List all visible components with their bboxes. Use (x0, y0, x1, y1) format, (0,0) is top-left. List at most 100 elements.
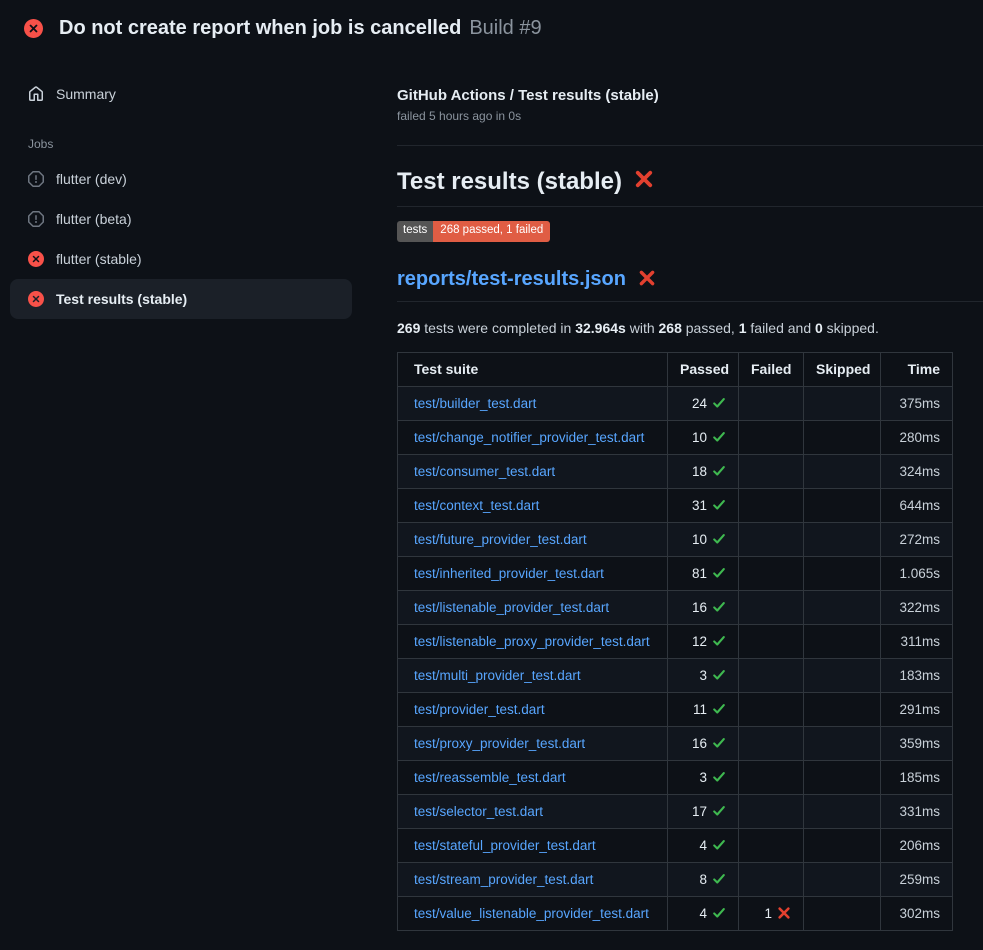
summary-part: skipped. (823, 320, 879, 336)
passed-cell: 16 (668, 726, 739, 760)
skipped-cell (804, 386, 881, 420)
table-row: test/future_provider_test.dart10272ms (398, 522, 953, 556)
sidebar-summary-label: Summary (56, 86, 116, 102)
count-value: 18 (692, 464, 707, 479)
results-table-body: test/builder_test.dart24375mstest/change… (398, 386, 953, 930)
check-icon (707, 566, 726, 581)
passed-cell: 10 (668, 420, 739, 454)
test-suite-link[interactable]: test/stream_provider_test.dart (414, 872, 593, 887)
test-suite-link[interactable]: test/future_provider_test.dart (414, 532, 587, 547)
home-icon (28, 86, 44, 102)
time-cell: 311ms (881, 624, 953, 658)
count-value: 4 (699, 906, 707, 921)
skipped-cell (804, 522, 881, 556)
summary-part: 32.964s (575, 320, 626, 336)
table-row: test/reassemble_test.dart3185ms (398, 760, 953, 794)
skipped-cell (804, 726, 881, 760)
run-header: Do not create report when job is cancell… (0, 0, 983, 56)
count-value: 31 (692, 498, 707, 513)
results-table-head: Test suitePassedFailedSkippedTime (398, 352, 953, 386)
passed-cell: 4 (668, 896, 739, 930)
test-suite-link[interactable]: test/listenable_provider_test.dart (414, 600, 609, 615)
failed-cell (739, 794, 804, 828)
test-suite-link[interactable]: test/builder_test.dart (414, 396, 536, 411)
table-row: test/multi_provider_test.dart3183ms (398, 658, 953, 692)
sidebar-item-flutter-stable[interactable]: flutter (stable) (10, 239, 352, 279)
suite-cell: test/stream_provider_test.dart (398, 862, 668, 896)
summary-sentence: 269 tests were completed in 32.964s with… (397, 320, 983, 336)
passed-cell: 16 (668, 590, 739, 624)
suite-cell: test/provider_test.dart (398, 692, 668, 726)
column-header: Skipped (804, 352, 881, 386)
column-header: Test suite (398, 352, 668, 386)
failed-cell (739, 420, 804, 454)
suite-cell: test/future_provider_test.dart (398, 522, 668, 556)
test-suite-link[interactable]: test/provider_test.dart (414, 702, 545, 717)
test-suite-link[interactable]: test/stateful_provider_test.dart (414, 838, 596, 853)
skipped-cell (804, 420, 881, 454)
sidebar-item-label: Test results (stable) (56, 291, 187, 307)
check-icon (707, 838, 726, 853)
count-value: 3 (699, 668, 707, 683)
column-header: Passed (668, 352, 739, 386)
skipped-cell (804, 488, 881, 522)
suite-cell: test/selector_test.dart (398, 794, 668, 828)
sidebar-item-summary[interactable]: Summary (10, 81, 352, 107)
table-row: test/listenable_proxy_provider_test.dart… (398, 624, 953, 658)
test-suite-link[interactable]: test/selector_test.dart (414, 804, 543, 819)
summary-part: 1 (739, 320, 747, 336)
suite-cell: test/context_test.dart (398, 488, 668, 522)
suite-cell: test/multi_provider_test.dart (398, 658, 668, 692)
time-cell: 302ms (881, 896, 953, 930)
check-icon (707, 464, 726, 479)
suite-cell: test/listenable_provider_test.dart (398, 590, 668, 624)
results-table: Test suitePassedFailedSkippedTime test/b… (397, 352, 953, 931)
table-row: test/builder_test.dart24375ms (398, 386, 953, 420)
failed-cell (739, 386, 804, 420)
summary-part: 268 (659, 320, 682, 336)
failed-cell (739, 556, 804, 590)
table-row: test/stream_provider_test.dart8259ms (398, 862, 953, 896)
check-icon (707, 736, 726, 751)
count-value: 12 (692, 634, 707, 649)
skipped-cell (804, 760, 881, 794)
failed-cell: 1 (739, 896, 804, 930)
report-file-link[interactable]: reports/test-results.json (397, 268, 626, 291)
sidebar-item-label: flutter (beta) (56, 211, 131, 227)
skipped-cell (804, 454, 881, 488)
sidebar-item-flutter-dev[interactable]: flutter (dev) (10, 159, 352, 199)
skipped-cell (804, 692, 881, 726)
stop-icon (28, 171, 44, 187)
summary-part: passed, (682, 320, 739, 336)
test-suite-link[interactable]: test/multi_provider_test.dart (414, 668, 581, 683)
suite-cell: test/change_notifier_provider_test.dart (398, 420, 668, 454)
time-cell: 324ms (881, 454, 953, 488)
run-meta: failed 5 hours ago in 0s (397, 109, 983, 123)
build-number: Build #9 (469, 17, 541, 40)
table-row: test/change_notifier_provider_test.dart 1… (398, 420, 953, 454)
time-cell: 331ms (881, 794, 953, 828)
check-icon (707, 532, 726, 547)
test-suite-link[interactable]: test/consumer_test.dart (414, 464, 555, 479)
x-circle-icon (28, 251, 44, 267)
sidebar-item-flutter-beta[interactable]: flutter (beta) (10, 199, 352, 239)
passed-cell: 24 (668, 386, 739, 420)
sidebar-item-test-results-stable[interactable]: Test results (stable) (10, 279, 352, 319)
breadcrumb: GitHub Actions / Test results (stable) (397, 86, 983, 106)
count-value: 16 (692, 600, 707, 615)
test-suite-link[interactable]: test/proxy_provider_test.dart (414, 736, 585, 751)
suite-cell: test/reassemble_test.dart (398, 760, 668, 794)
skipped-cell (804, 624, 881, 658)
test-suite-link[interactable]: test/context_test.dart (414, 498, 539, 513)
suite-cell: test/inherited_provider_test.dart (398, 556, 668, 590)
test-suite-link[interactable]: test/listenable_proxy_provider_test.dart (414, 634, 650, 649)
test-suite-link[interactable]: test/reassemble_test.dart (414, 770, 566, 785)
time-cell: 259ms (881, 862, 953, 896)
test-suite-link[interactable]: test/inherited_provider_test.dart (414, 566, 604, 581)
table-row: test/context_test.dart31644ms (398, 488, 953, 522)
test-suite-link[interactable]: test/change_notifier_provider_test.dart (414, 430, 644, 445)
failed-cell (739, 726, 804, 760)
test-suite-link[interactable]: test/value_listenable_provider_test.dart (414, 906, 649, 921)
check-icon (707, 430, 726, 445)
failed-cell (739, 692, 804, 726)
